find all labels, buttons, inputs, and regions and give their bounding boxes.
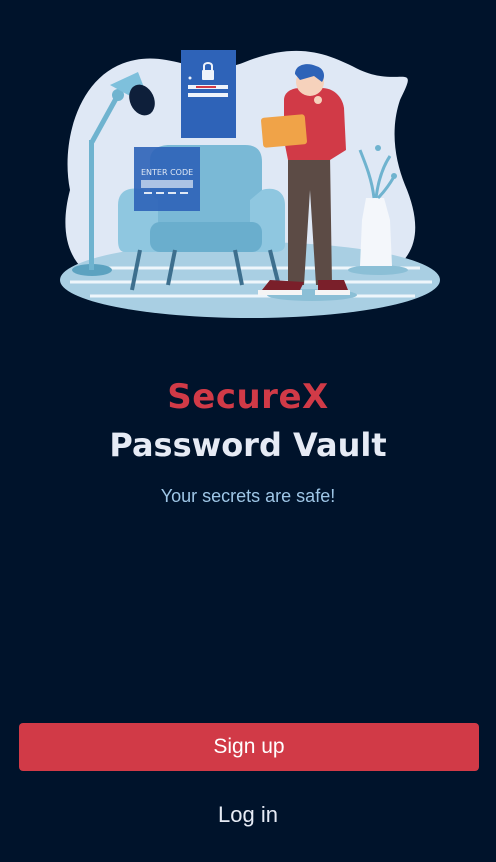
enter-code-panel: ENTER CODE [134, 147, 200, 211]
lock-screen-panel [181, 50, 236, 138]
lock-icon [202, 70, 214, 80]
app-title: Password Vault [109, 426, 387, 464]
hero-illustration: ENTER CODE [0, 0, 496, 340]
sign-up-button[interactable]: Sign up [19, 723, 479, 771]
brand-title: SecureX [167, 377, 329, 417]
log-in-button[interactable]: Log in [148, 795, 348, 835]
enter-code-text: ENTER CODE [141, 168, 193, 177]
tagline: Your secrets are safe! [160, 486, 336, 506]
